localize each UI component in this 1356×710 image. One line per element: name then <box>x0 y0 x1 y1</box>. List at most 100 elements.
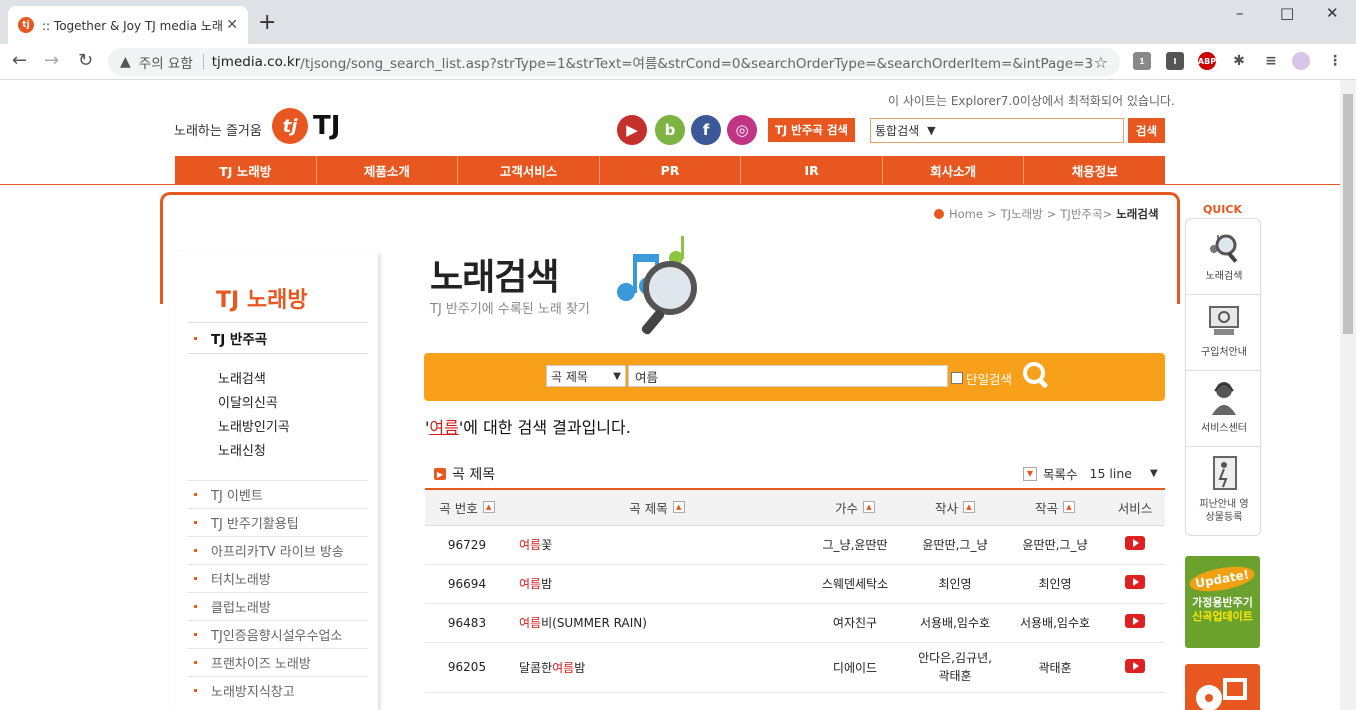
back-arrow-icon[interactable]: ← <box>12 50 27 71</box>
menu-kebab-icon[interactable]: ⋮ <box>1326 52 1344 70</box>
col-service: 서비스 <box>1105 488 1165 526</box>
play-video-icon[interactable] <box>1125 658 1145 673</box>
col-composer[interactable]: 작곡 ▲ <box>1005 488 1105 526</box>
col-lyricist[interactable]: 작사 ▲ <box>905 488 1005 526</box>
nav-careers[interactable]: 채용정보 <box>1024 156 1165 184</box>
side-item-event[interactable]: TJ 이벤트 <box>188 480 368 508</box>
search-field-value: 곡 제목 <box>551 369 588 384</box>
youtube-icon[interactable]: ▶ <box>617 115 647 145</box>
update-line-2: 신곡업데이트 <box>1192 610 1253 623</box>
side-item-knowledge[interactable]: 노래방지식창고 <box>188 676 368 704</box>
film-reel-banner[interactable] <box>1185 664 1260 710</box>
blog-icon[interactable]: b <box>655 115 685 145</box>
media-icon[interactable]: ≡ <box>1262 52 1280 70</box>
side-nav-section[interactable]: TJ 반주곡 <box>188 322 368 354</box>
nav-products[interactable]: 제품소개 <box>317 156 459 184</box>
quick-song-search[interactable]: 노래검색 <box>1186 219 1262 295</box>
side-item-certified[interactable]: TJ인증음향시설우수업소 <box>188 620 368 648</box>
facebook-icon[interactable]: f <box>691 115 721 145</box>
tj-logo[interactable]: tj TJ <box>272 108 340 144</box>
side-sub-popular[interactable]: 노래방인기곡 <box>218 416 290 435</box>
tj-song-search-button[interactable]: TJ 반주곡 검색 <box>768 118 855 142</box>
song-singer: 디에이드 <box>805 642 905 693</box>
play-video-icon[interactable] <box>1125 575 1145 589</box>
search-keyword-input[interactable]: 여름 <box>628 365 948 387</box>
col-song-no[interactable]: 곡 번호 ▲ <box>425 488 509 526</box>
side-item-label: 터치노래방 <box>211 573 271 588</box>
profile-avatar[interactable] <box>1292 52 1310 70</box>
vertical-scrollbar[interactable] <box>1340 80 1356 710</box>
sort-icon[interactable]: ▲ <box>1063 501 1075 514</box>
forward-arrow-icon[interactable]: → <box>44 50 59 71</box>
search-field-select[interactable]: 곡 제목 ▼ <box>546 365 626 387</box>
quick-evacuation-video[interactable]: 피난안내 영상물등록 <box>1186 447 1262 535</box>
sort-icon[interactable]: ▲ <box>963 501 975 514</box>
global-search-combo[interactable]: 통합검색 ▼ <box>870 118 1124 143</box>
side-sub-request[interactable]: 노래신청 <box>218 440 266 459</box>
instagram-icon[interactable]: ◎ <box>727 115 757 145</box>
table-header-row: 곡 번호 ▲ 곡 제목 ▲ 가수 ▲ 작사 ▲ 작곡 ▲ 서비스 <box>425 488 1165 526</box>
sort-icon[interactable]: ▲ <box>863 501 875 514</box>
window-close-button[interactable]: ✕ <box>1326 4 1339 22</box>
nav-company[interactable]: 회사소개 <box>883 156 1025 184</box>
adblock-icon[interactable]: ABP <box>1198 52 1216 70</box>
song-composer: 윤딴딴,그_냥 <box>1005 525 1105 565</box>
new-tab-button[interactable]: + <box>258 10 276 35</box>
side-sub-new-songs[interactable]: 이달의신곡 <box>218 392 278 411</box>
minimize-button[interactable]: – <box>1236 4 1244 22</box>
title-keyword: 여름 <box>552 660 575 675</box>
col-singer[interactable]: 가수 ▲ <box>805 488 905 526</box>
nav-ir[interactable]: IR <box>741 156 883 184</box>
maximize-button[interactable]: □ <box>1280 4 1294 22</box>
table-row[interactable]: 96729 여름꽃 그_냥,윤딴딴 윤딴딴,그_냥 윤딴딴,그_냥 <box>425 525 1165 565</box>
scrollbar-thumb[interactable] <box>1343 94 1353 334</box>
side-item-afreeca[interactable]: 아프리카TV 라이브 방송 <box>188 536 368 564</box>
quick-service-center[interactable]: 서비스센터 <box>1186 371 1262 447</box>
sort-icon[interactable]: ▲ <box>482 501 495 514</box>
col-title[interactable]: 곡 제목 ▲ <box>509 488 805 526</box>
side-item-tips[interactable]: TJ 반주기활용팁 <box>188 508 368 536</box>
table-row[interactable]: 96694 여름밤 스웨덴세탁소 최인영 최인영 <box>425 564 1165 604</box>
search-icon[interactable] <box>1022 361 1052 391</box>
puzzle-icon[interactable]: ✱ <box>1230 52 1248 70</box>
tagline: 노래하는 즐거움 <box>174 124 262 139</box>
update-banner[interactable]: Update! 가정용반주기 신곡업데이트 <box>1185 556 1260 648</box>
nav-tj-noraebang[interactable]: TJ 노래방 <box>175 156 317 184</box>
nav-customer-service[interactable]: 고객서비스 <box>458 156 600 184</box>
quick-store-guide[interactable]: 구입처안내 <box>1186 295 1262 371</box>
global-search-select[interactable]: 통합검색 <box>875 122 919 139</box>
sort-icon[interactable]: ▲ <box>672 501 685 514</box>
play-video-icon[interactable] <box>1125 536 1145 550</box>
breadcrumb-home[interactable]: Home <box>949 207 983 221</box>
side-item-franchise[interactable]: 프랜차이즈 노래방 <box>188 648 368 676</box>
play-video-icon[interactable] <box>1125 614 1145 628</box>
page-size-select[interactable]: 15 line ▼ <box>1090 466 1158 481</box>
col-song-no-label: 곡 번호 <box>439 500 478 516</box>
browser-tab[interactable]: tj :: Together & Joy TJ media 노래방 ✕ <box>8 6 248 44</box>
security-warning[interactable]: 주의 요함 <box>139 52 193 72</box>
bookmark-star-icon[interactable]: ☆ <box>1094 53 1108 72</box>
global-search-button[interactable]: 검색 <box>1128 118 1165 143</box>
extension-badge-icon[interactable]: 1 <box>1133 52 1151 70</box>
side-item-label: TJ 반주기활용팁 <box>211 517 299 532</box>
nav-underline <box>0 184 1340 185</box>
side-item-touch[interactable]: 터치노래방 <box>188 564 368 592</box>
tab-strip: tj :: Together & Joy TJ media 노래방 ✕ + – … <box>0 0 1356 44</box>
breadcrumb-current: 노래검색 <box>1116 207 1159 221</box>
breadcrumb-l1[interactable]: TJ노래방 <box>1001 206 1043 222</box>
extension-reader-icon[interactable]: I <box>1166 52 1184 70</box>
nav-pr[interactable]: PR <box>600 156 742 184</box>
address-bar[interactable]: ▲ 주의 요함 tjmedia.co.kr /tjsong/song_searc… <box>108 48 1120 76</box>
reload-icon[interactable]: ↻ <box>78 50 93 71</box>
breadcrumb-l2[interactable]: TJ반주곡 <box>1060 206 1102 222</box>
side-item-club[interactable]: 클럽노래방 <box>188 592 368 620</box>
chevron-down-icon: ▼ <box>613 370 621 382</box>
table-row[interactable]: 96205 달콤한여름밤 디에이드 안다은,김규년,곽태훈 곽태훈 <box>425 642 1165 693</box>
side-item-label: TJ 이벤트 <box>211 489 263 504</box>
side-item-label: 아프리카TV 라이브 방송 <box>211 545 344 560</box>
tab-close-icon[interactable]: ✕ <box>226 17 238 33</box>
single-search-checkbox[interactable] <box>951 372 963 384</box>
table-row[interactable]: 96483 여름비(SUMMER RAIN) 여자친구 서용배,임수호 서용배,… <box>425 603 1165 643</box>
side-sub-song-search[interactable]: 노래검색 <box>218 368 266 387</box>
extension-badge-count: 1 <box>1139 56 1145 66</box>
